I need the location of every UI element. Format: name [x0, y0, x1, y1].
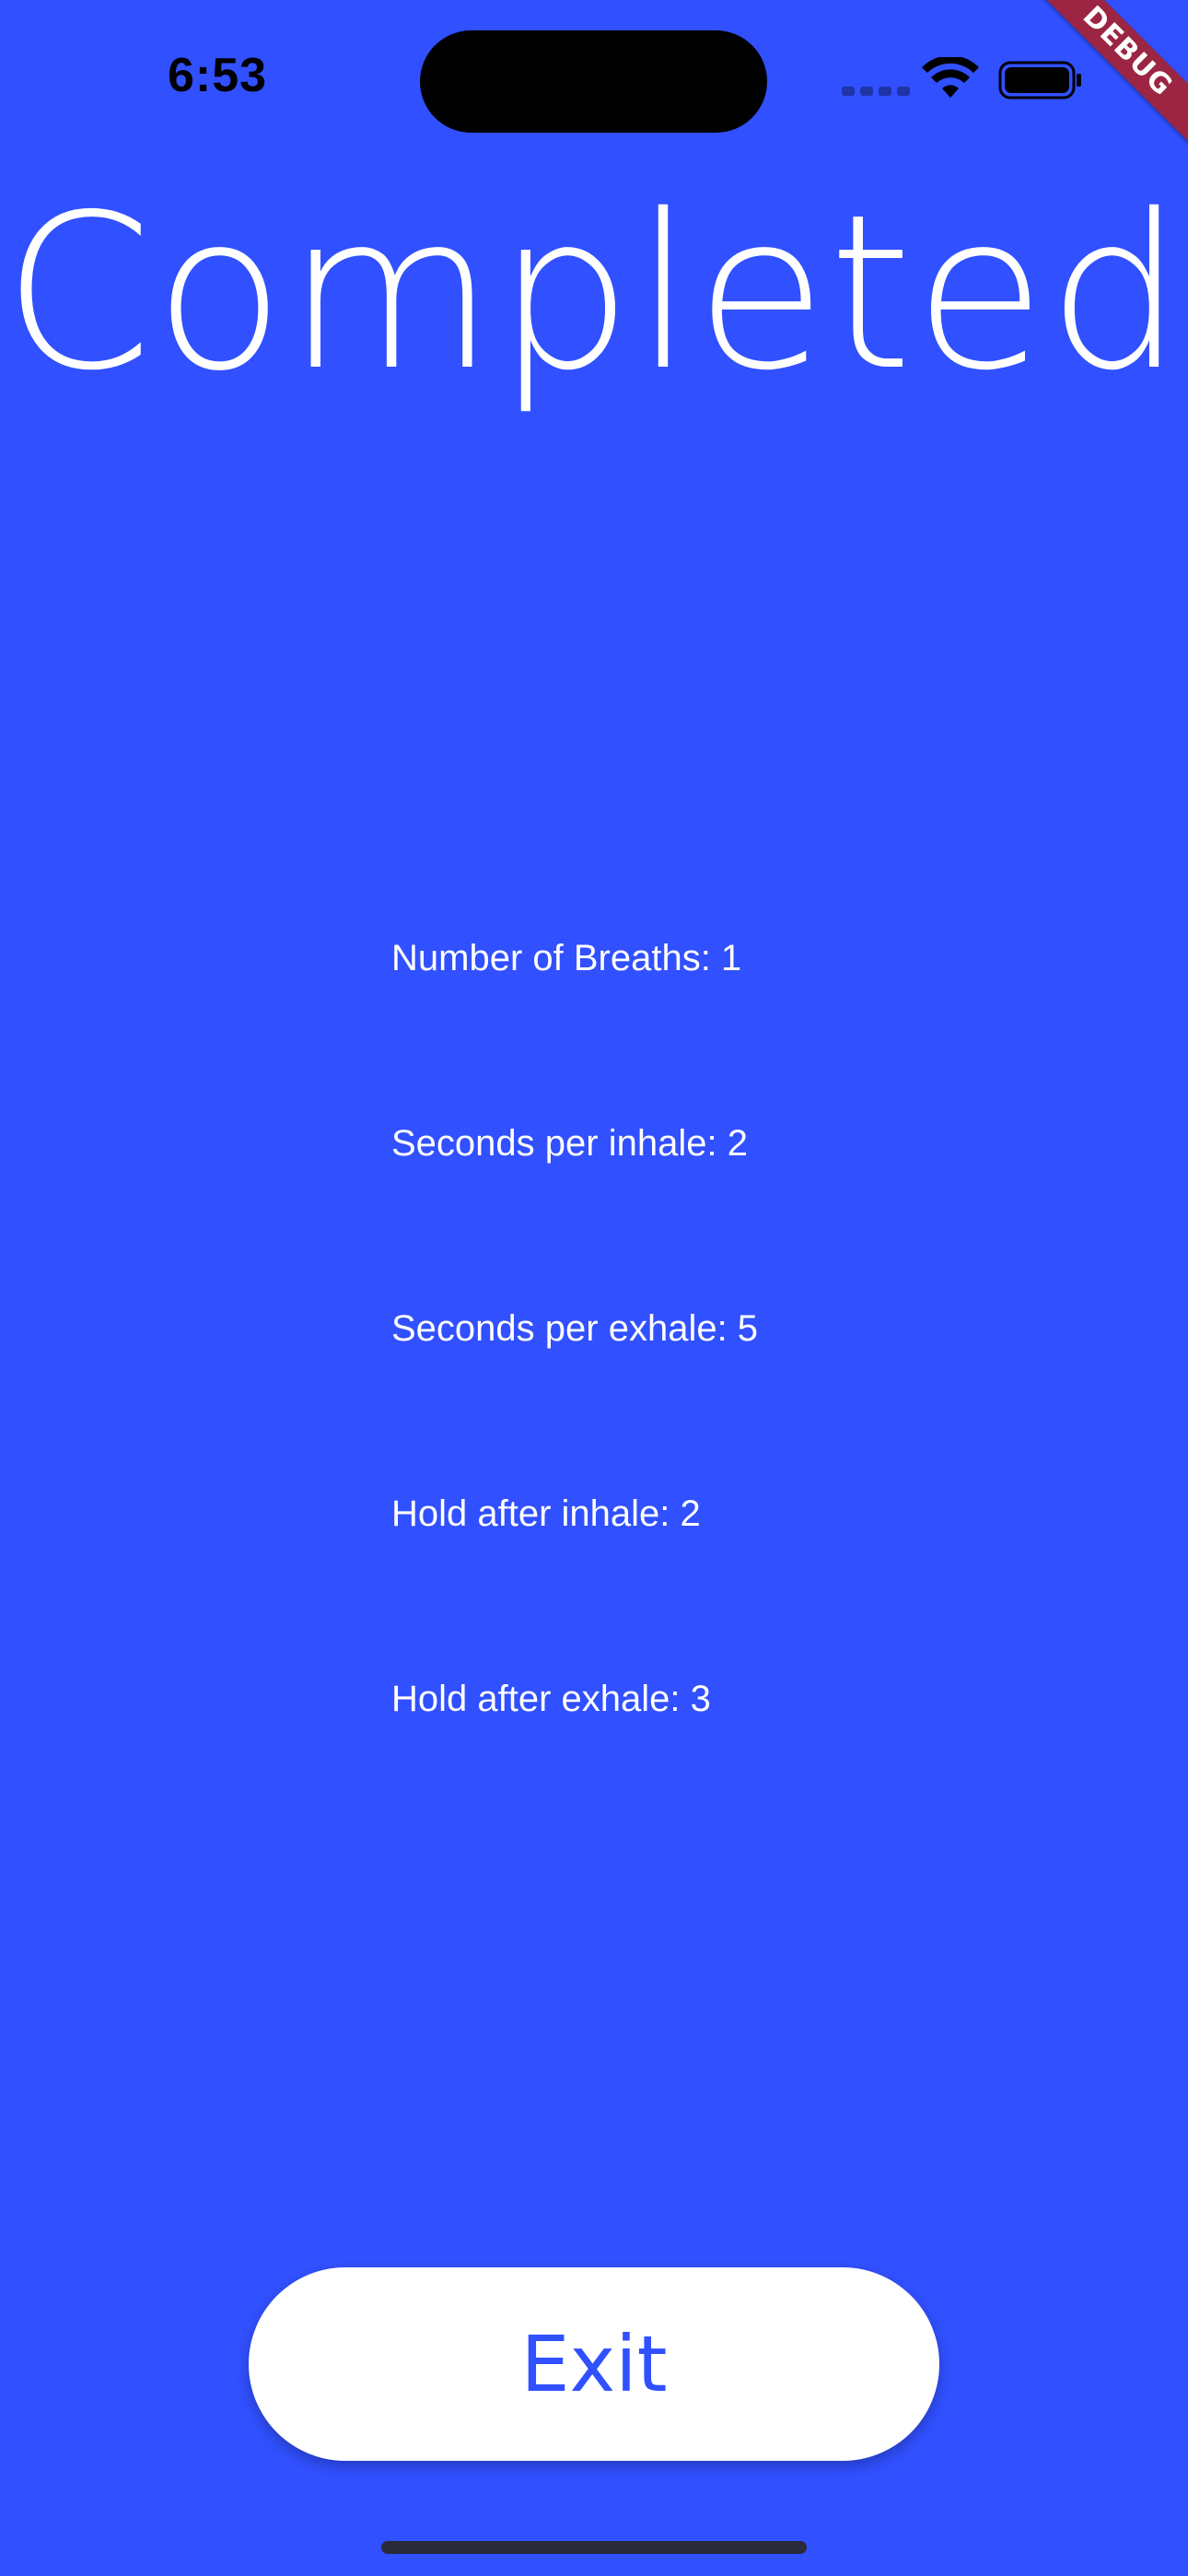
- completed-screen: 6:53 DEBUG Completed Number of Breaths: …: [0, 0, 1188, 2576]
- exit-button[interactable]: Exit: [249, 2267, 939, 2461]
- stat-number-of-breaths: Number of Breaths: 1: [391, 938, 742, 978]
- wifi-icon: [922, 57, 979, 98]
- status-time: 6:53: [168, 49, 268, 102]
- stat-seconds-per-inhale: Seconds per inhale: 2: [391, 1123, 748, 1164]
- stat-hold-after-inhale: Hold after inhale: 2: [391, 1493, 701, 1534]
- battery-icon: [998, 61, 1081, 100]
- signal-icon: [842, 87, 910, 96]
- dynamic-island: [420, 30, 767, 133]
- session-stats-list: Number of Breaths: 1 Seconds per inhale:…: [391, 931, 758, 1856]
- page-title: Completed: [3, 169, 1185, 417]
- stat-hold-after-exhale: Hold after exhale: 3: [391, 1679, 711, 1719]
- stat-seconds-per-exhale: Seconds per exhale: 5: [391, 1308, 759, 1349]
- home-indicator: [381, 2541, 807, 2554]
